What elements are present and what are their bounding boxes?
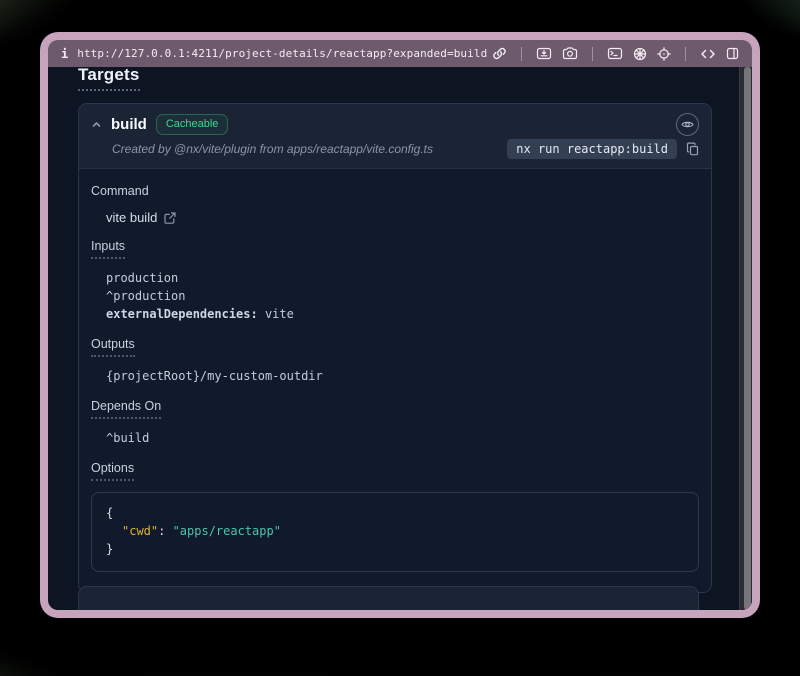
toolbar-divider: [521, 47, 522, 61]
build-header-row[interactable]: build Cacheable: [91, 113, 699, 136]
command-label: Command: [91, 184, 149, 198]
code-icon[interactable]: [700, 48, 716, 60]
json-close-brace: }: [106, 540, 684, 558]
input-item-value: vite: [258, 307, 294, 321]
view-target-button[interactable]: [676, 113, 699, 136]
chevron-up-icon: [91, 119, 102, 130]
json-value: "apps/reactapp": [173, 524, 281, 538]
project-details-page: Targets build Cacheable: [48, 67, 739, 610]
import-icon[interactable]: [536, 47, 552, 60]
depends-on-list: ^build: [91, 429, 699, 447]
outputs-label: Outputs: [91, 337, 135, 357]
command-value-link[interactable]: vite build: [91, 210, 176, 225]
build-header-subrow: Created by @nx/vite/plugin from apps/rea…: [91, 139, 699, 159]
input-item: ^production: [106, 287, 699, 305]
page-content: Targets build Cacheable: [48, 67, 752, 610]
scrollbar-track[interactable]: [739, 67, 752, 610]
toolbar-actions: [492, 46, 739, 61]
browser-window: i http://127.0.0.1:4211/project-details/…: [40, 32, 760, 618]
options-section: Options { "cwd": "apps/reactapp" }: [91, 459, 699, 572]
build-card-header: build Cacheable Created by @nx/vite/plug…: [79, 104, 711, 168]
run-command-chip: nx run reactapp:build: [507, 139, 677, 159]
inputs-list: production ^production externalDependenc…: [91, 269, 699, 323]
json-key: "cwd": [122, 524, 158, 538]
link-icon[interactable]: [492, 46, 507, 61]
cacheable-badge: Cacheable: [156, 114, 229, 134]
globe-icon[interactable]: [633, 47, 647, 61]
toolbar-divider: [685, 47, 686, 61]
panel-icon[interactable]: [726, 47, 739, 60]
page-title: Targets: [78, 67, 140, 91]
copy-command-button[interactable]: [686, 142, 699, 156]
camera-icon[interactable]: [562, 47, 578, 60]
json-open-brace: {: [106, 504, 684, 522]
depends-on-item: ^build: [106, 429, 699, 447]
outputs-list: {projectRoot}/my-custom-outdir: [91, 367, 699, 385]
command-value: vite build: [106, 210, 157, 225]
output-item: {projectRoot}/my-custom-outdir: [106, 367, 699, 385]
url-readout: http://127.0.0.1:4211/project-details/re…: [77, 47, 487, 60]
command-section: Command vite build: [91, 182, 699, 225]
eye-icon: [681, 118, 694, 131]
scrollbar-thumb[interactable]: [744, 67, 751, 610]
input-item: externalDependencies: vite: [106, 305, 699, 323]
target-card-build: build Cacheable Created by @nx/vite/plug…: [78, 103, 712, 593]
options-label: Options: [91, 461, 134, 481]
target-name: build: [111, 116, 147, 133]
build-card-body: Command vite build Inputs producti: [79, 169, 711, 592]
info-icon: i: [61, 47, 68, 61]
view-target-button[interactable]: [663, 610, 686, 611]
created-by-text: Created by @nx/vite/plugin from apps/rea…: [112, 142, 433, 156]
inputs-label: Inputs: [91, 239, 125, 259]
json-separator: :: [158, 524, 172, 538]
depends-on-section: Depends On ^build: [91, 397, 699, 447]
browser-toolbar: i http://127.0.0.1:4211/project-details/…: [48, 40, 752, 67]
copy-icon: [686, 142, 699, 156]
toolbar-divider: [592, 47, 593, 61]
inputs-section: Inputs production ^production externalDe…: [91, 237, 699, 323]
outputs-section: Outputs {projectRoot}/my-custom-outdir: [91, 335, 699, 385]
target-card-serve[interactable]: serve vite serve: [78, 586, 699, 610]
depends-on-label: Depends On: [91, 399, 161, 419]
external-link-icon: [164, 212, 176, 224]
options-json-block: { "cwd": "apps/reactapp" }: [91, 492, 699, 572]
terminal-icon[interactable]: [607, 47, 623, 60]
input-item-key: externalDependencies:: [106, 307, 258, 321]
input-item: production: [106, 269, 699, 287]
target-icon[interactable]: [657, 47, 671, 61]
json-cwd-line: "cwd": "apps/reactapp": [106, 522, 684, 540]
